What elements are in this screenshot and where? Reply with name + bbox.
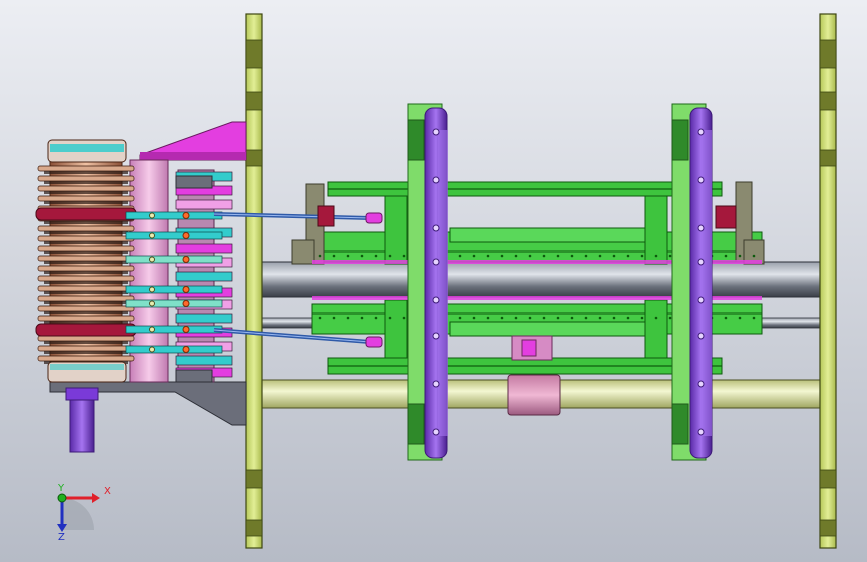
lower-red-ring	[35, 323, 137, 337]
left-disc-assembly	[407, 103, 448, 461]
y-axis-label: Y	[58, 483, 65, 494]
cad-viewport[interactable]: X Y Z	[0, 0, 867, 562]
right-green-upright-low	[644, 299, 668, 359]
y-axis-dot	[57, 493, 67, 503]
center-green-plate	[449, 227, 661, 243]
x-axis-label: X	[104, 486, 111, 497]
rod-pink-block	[507, 374, 561, 416]
left-green-upright-low	[384, 299, 408, 359]
right-disc-assembly	[671, 103, 713, 461]
upper-main-shaft	[257, 261, 829, 298]
z-axis-label: Z	[58, 532, 65, 543]
center-green-plate-low	[449, 321, 661, 337]
right-green-upright	[644, 195, 668, 265]
upper-red-ring	[35, 207, 137, 221]
left-green-upright	[384, 195, 408, 265]
